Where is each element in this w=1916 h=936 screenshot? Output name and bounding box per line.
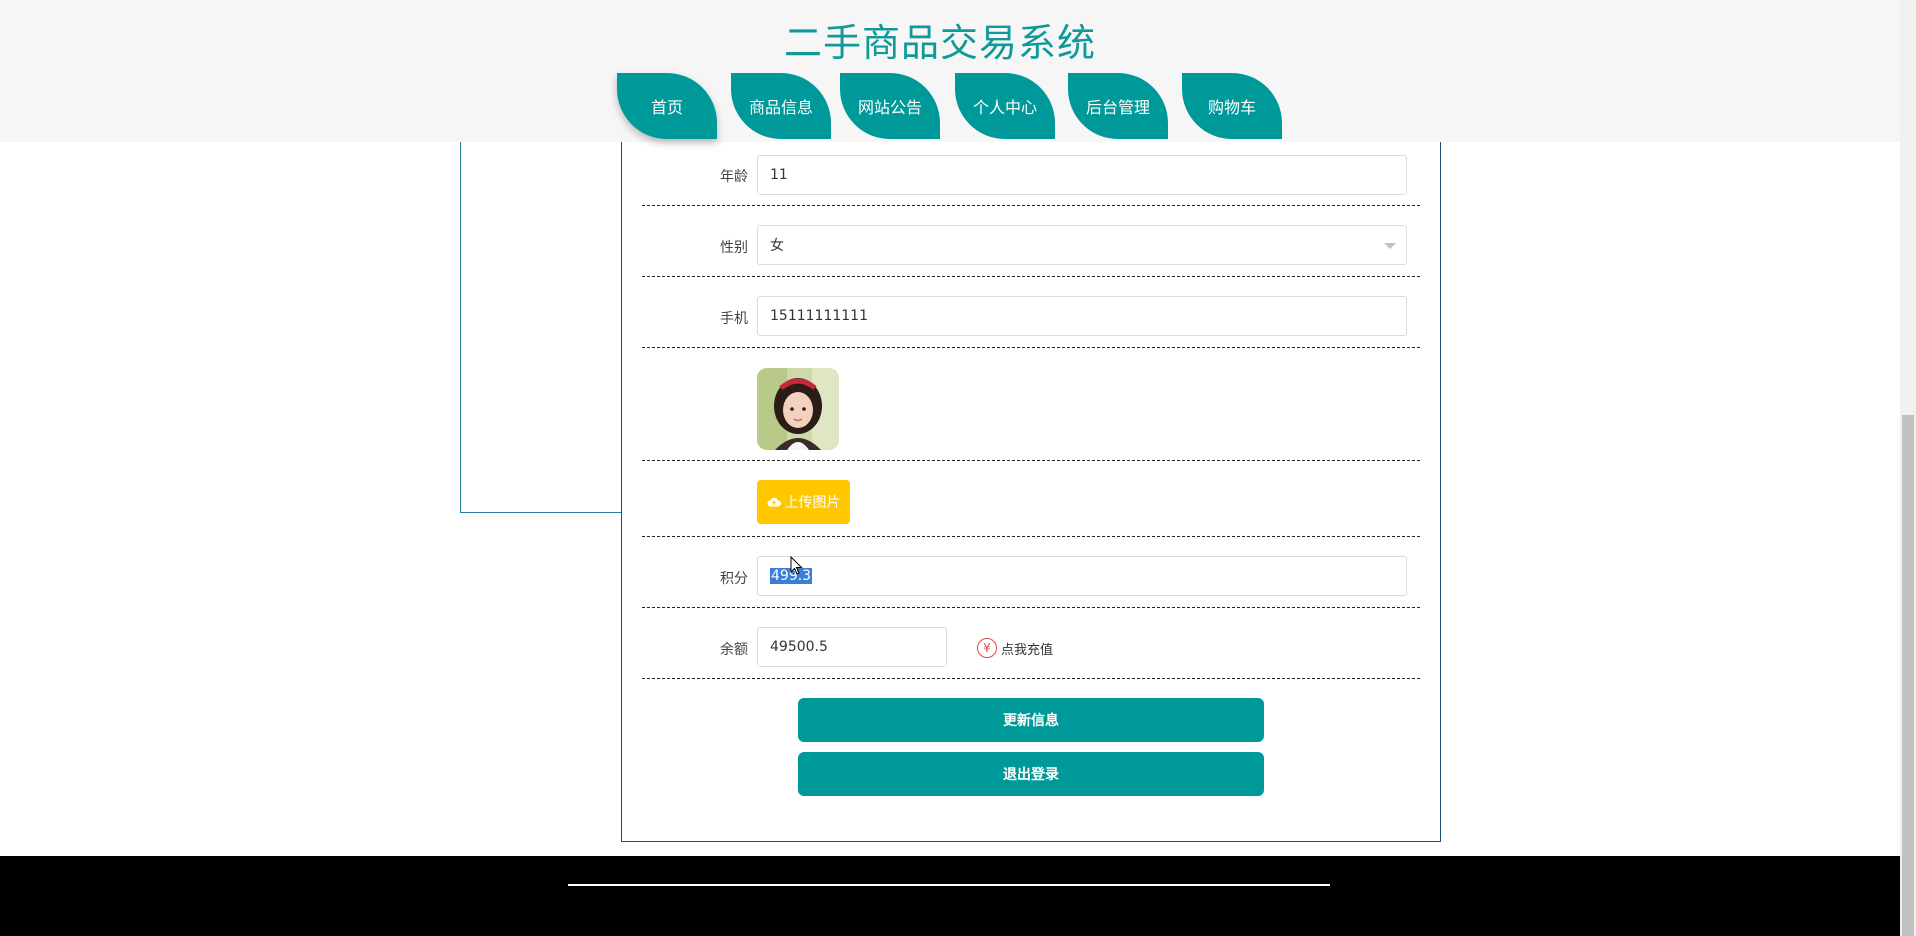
gender-label: 性别 (720, 240, 748, 256)
cloud-upload-icon (767, 497, 781, 507)
profile-form-panel: 年龄 11 性别 女 手机 15111111111 上传图片 积分 499.3 … (621, 120, 1441, 842)
yen-icon: ¥ (977, 638, 997, 658)
form-row-points: 积分 499.3 (642, 537, 1420, 608)
phone-label: 手机 (720, 311, 748, 327)
recharge-link[interactable]: ¥ 点我充值 (977, 638, 1053, 658)
upload-image-label: 上传图片 (784, 495, 841, 511)
footer-divider (568, 884, 1330, 886)
recharge-label: 点我充值 (1001, 642, 1054, 658)
nav-home[interactable]: 首页 (617, 73, 717, 139)
update-info-button[interactable]: 更新信息 (798, 698, 1264, 742)
balance-input[interactable]: 49500.5 (757, 627, 947, 667)
points-input[interactable]: 499.3 (757, 556, 1407, 596)
form-row-upload: 上传图片 (642, 461, 1420, 537)
page-scrollbar[interactable] (1900, 0, 1916, 936)
age-input[interactable]: 11 (757, 155, 1407, 195)
mouse-cursor-icon (790, 556, 803, 575)
nav-announcements[interactable]: 网站公告 (840, 73, 940, 139)
avatar (757, 368, 839, 450)
avatar-photo-icon (757, 368, 839, 450)
form-row-phone: 手机 15111111111 (642, 277, 1420, 348)
form-row-avatar (642, 348, 1420, 461)
form-row-balance: 余额 49500.5 ¥ 点我充值 (642, 608, 1420, 679)
phone-input[interactable]: 15111111111 (757, 296, 1407, 336)
nav-personal-center[interactable]: 个人中心 (955, 73, 1055, 139)
site-footer (0, 856, 1900, 936)
balance-label: 余额 (720, 642, 748, 658)
site-title: 二手商品交易系统 (783, 21, 1096, 65)
site-header: 二手商品交易系统 首页 商品信息 网站公告 个人中心 后台管理 购物车 (0, 0, 1900, 142)
upload-image-button[interactable]: 上传图片 (757, 480, 850, 524)
nav-products[interactable]: 商品信息 (731, 73, 831, 139)
gender-select[interactable]: 女 (757, 225, 1407, 265)
scrollbar-thumb[interactable] (1902, 415, 1914, 936)
nav-cart[interactable]: 购物车 (1182, 73, 1282, 139)
nav-admin[interactable]: 后台管理 (1068, 73, 1168, 139)
chevron-down-icon (1384, 243, 1396, 249)
sidebar-frame (460, 120, 622, 513)
points-label: 积分 (720, 571, 748, 587)
logout-button[interactable]: 退出登录 (798, 752, 1264, 796)
age-label: 年龄 (720, 169, 748, 185)
form-row-gender: 性别 女 (642, 206, 1420, 277)
